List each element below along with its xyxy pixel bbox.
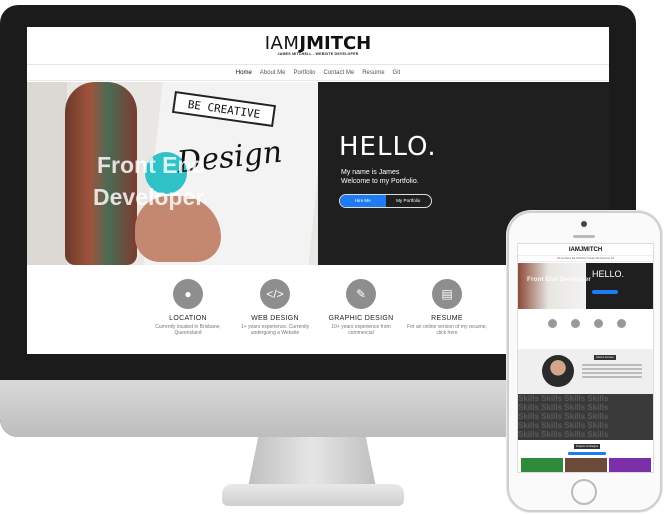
skills-word: Skills [518, 421, 539, 430]
skills-word: Skills [541, 421, 563, 430]
feature-desc: Currently located in Brisbane, Queenslan… [155, 324, 221, 336]
phone-screen: IAMJMITCH Home About Me Portfolio Contac… [517, 243, 654, 473]
avatar [542, 355, 574, 387]
monitor-stand-base [222, 484, 404, 506]
phone-camera [581, 221, 587, 227]
hero-intro: My name is James Welcome to my Portfolio… [341, 168, 419, 186]
hire-me-button[interactable]: Hire Me [340, 195, 386, 207]
skills-word: Skills [587, 403, 609, 412]
skills-word: Skills [518, 430, 539, 439]
nav-portfolio[interactable]: Portfolio [293, 70, 315, 76]
skills-word: Skills [541, 403, 563, 412]
skills-word: Skills [564, 421, 586, 430]
feature-title: WEB DESIGN [251, 315, 299, 322]
skills-word: Skills [518, 403, 539, 412]
monitor-stand-neck [248, 437, 376, 487]
skills-word: Skills [564, 430, 586, 439]
pen-icon: ✎ [346, 279, 376, 309]
feature-title: GRAPHIC DESIGN [328, 315, 394, 322]
nav-about[interactable]: About Me [260, 70, 286, 76]
phone-hero-overlay: Front End Developer [527, 276, 591, 283]
phone-logo[interactable]: IAMJMITCH [518, 244, 653, 256]
phone-skills: Skills Skills Skills Skills Skills Skill… [518, 394, 653, 440]
skills-word: Skills [541, 394, 563, 403]
site-header: IAMJMITCH JAMES MITCHELL - WEBSITE DEVEL… [27, 27, 609, 65]
phone-home-button[interactable] [571, 479, 597, 505]
hero-photo-sleeve [27, 82, 67, 265]
my-portfolio-button[interactable]: My Portfolio [386, 195, 432, 207]
code-icon: </> [260, 279, 290, 309]
phone-hero: Front End Developer HELLO. [518, 263, 653, 309]
skills-word: Skills [587, 394, 609, 403]
skills-word: Skills [518, 394, 539, 403]
project-thumbnail[interactable] [609, 458, 651, 472]
logo-part1: IAM [264, 33, 300, 54]
hero-overlay-line1: Front End [97, 152, 206, 178]
skills-word: Skills [587, 412, 609, 421]
phone-about: About James [518, 349, 653, 394]
phone-device: IAMJMITCH Home About Me Portfolio Contac… [507, 211, 662, 512]
phone-feature-icon [571, 319, 580, 328]
project-thumbnail[interactable] [521, 458, 563, 472]
skills-word: Skills [564, 394, 586, 403]
location-icon: ● [173, 279, 203, 309]
site-logo[interactable]: IAMJMITCH JAMES MITCHELL - WEBSITE DEVEL… [27, 33, 609, 56]
feature-title: RESUME [431, 315, 463, 322]
phone-feature-icon [548, 319, 557, 328]
feature-desc: 1+ years experience. Currently undergoin… [240, 324, 310, 336]
phone-nav[interactable]: Home About Me Portfolio Contact Me Resum… [518, 256, 653, 262]
phone-feature-icon [594, 319, 603, 328]
logo-subtitle: JAMES MITCHELL - WEBSITE DEVELOPER [277, 52, 359, 56]
skills-word: Skills [564, 412, 586, 421]
hero-button-group: Hire Me My Portfolio [339, 194, 432, 208]
hero-hello: HELLO. [339, 132, 437, 162]
feature-desc: For an online version of my resume, clic… [407, 324, 487, 336]
phone-hero-photo [518, 263, 586, 309]
feature-graphic-design[interactable]: ✎ GRAPHIC DESIGN 10+ years experience fr… [321, 279, 401, 336]
nav-contact[interactable]: Contact Me [324, 70, 355, 76]
hero-photo: BE CREATIVE Design Front End Developer [27, 82, 318, 265]
phone-speaker [573, 235, 595, 238]
skills-word: Skills [587, 421, 609, 430]
phone-hero-button[interactable] [592, 290, 618, 294]
feature-title: LOCATION [169, 315, 207, 322]
skills-word: Skills [541, 430, 563, 439]
nav-resume[interactable]: Resume [362, 70, 384, 76]
phone-projects: Projects & Designs [518, 440, 653, 472]
skills-word: Skills [587, 430, 609, 439]
phone-projects-title: Projects & Designs [574, 444, 600, 449]
feature-location[interactable]: ● LOCATION Currently located in Brisbane… [148, 279, 228, 336]
project-thumbnail[interactable] [565, 458, 607, 472]
phone-feature-icon [617, 319, 626, 328]
intro-line1: My name is James [341, 169, 400, 176]
phone-hello: HELLO. [592, 269, 625, 279]
intro-line2: Welcome to my Portfolio. [341, 178, 419, 185]
phone-about-title: About James [594, 355, 616, 360]
phone-features [518, 309, 653, 349]
skills-word: Skills [564, 403, 586, 412]
logo-part2: JMITCH [299, 33, 372, 54]
nav-home[interactable]: Home [236, 70, 252, 76]
hero-overlay-line2: Developer [93, 184, 205, 210]
nav-git[interactable]: Git [393, 70, 401, 76]
feature-desc: 10+ years experience from commercial [331, 324, 391, 336]
phone-project-tabs[interactable] [568, 452, 606, 455]
feature-web-design[interactable]: </> WEB DESIGN 1+ years experience. Curr… [235, 279, 315, 336]
phone-about-text [582, 364, 642, 366]
document-icon: ▤ [432, 279, 462, 309]
skills-word: Skills [518, 412, 539, 421]
feature-resume[interactable]: ▤ RESUME For an online version of my res… [407, 279, 487, 336]
skills-word: Skills [541, 412, 563, 421]
main-nav: Home About Me Portfolio Contact Me Resum… [27, 65, 609, 81]
